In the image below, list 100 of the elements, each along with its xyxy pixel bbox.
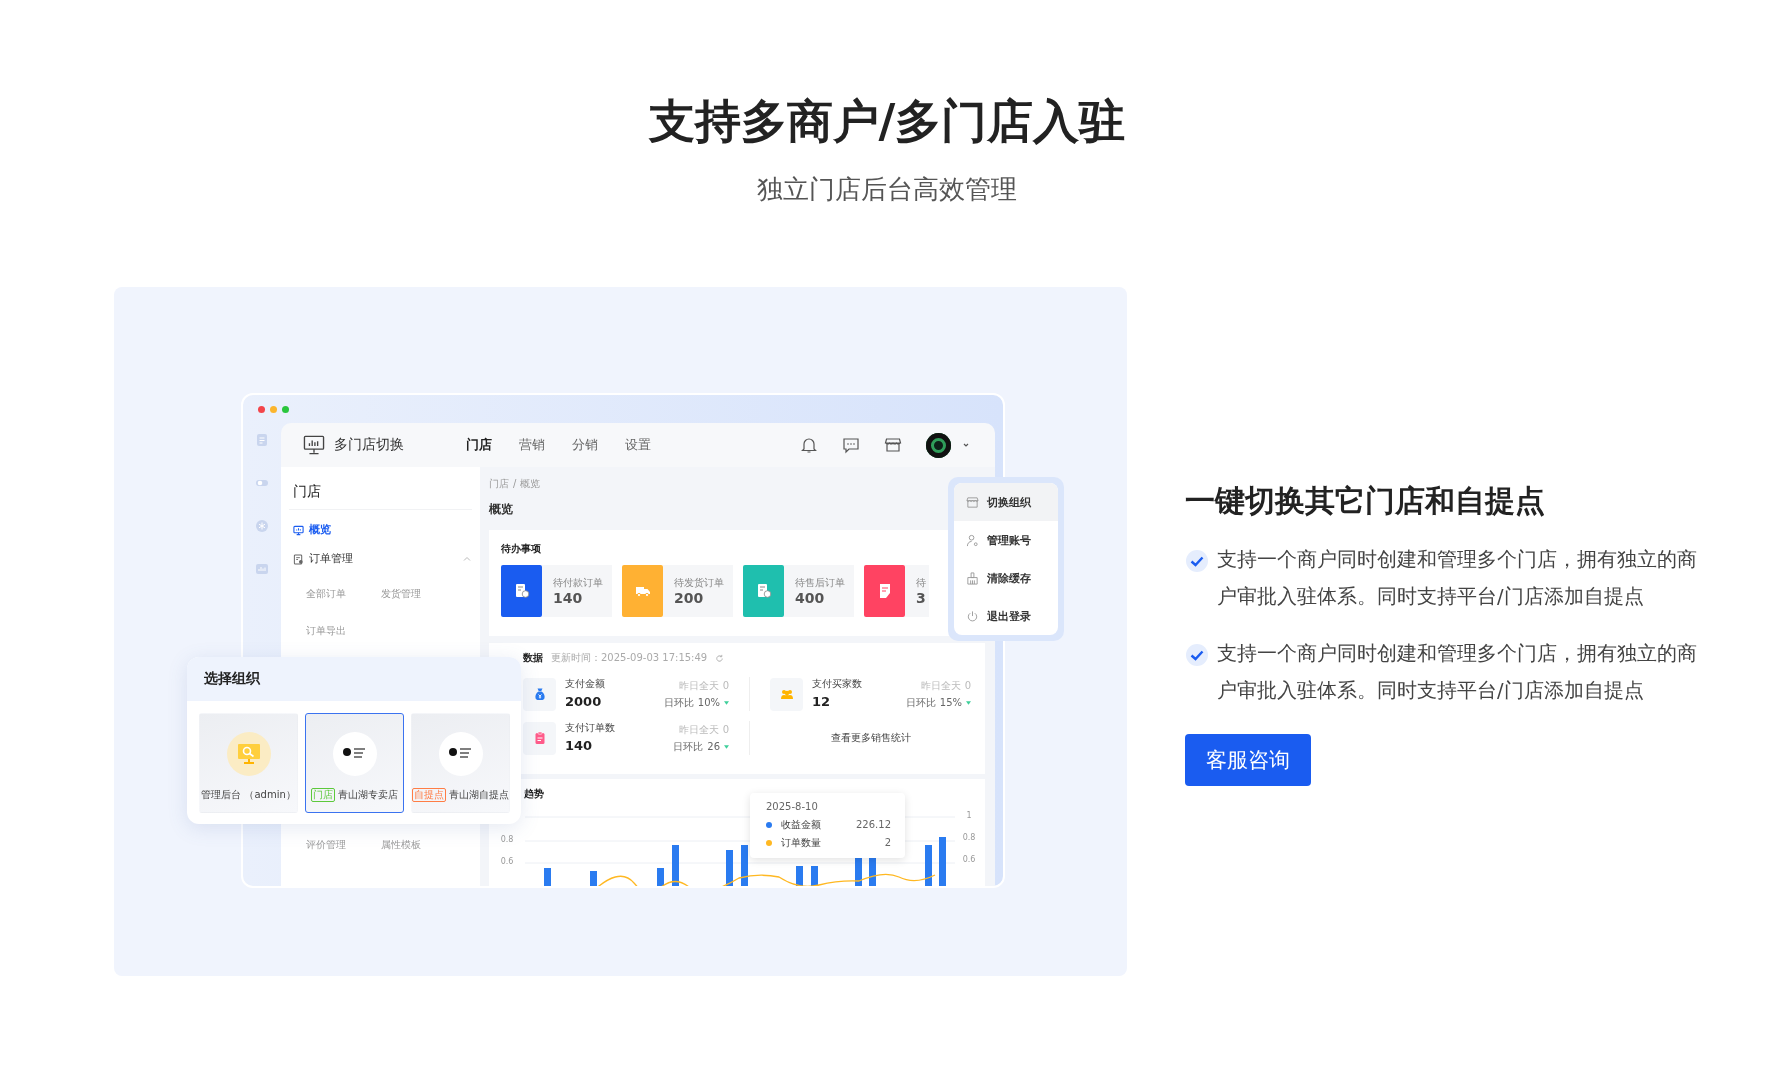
snowflake-icon[interactable] [255,519,269,533]
tile-label: 待付款订单 [553,575,604,589]
receipt-icon [755,583,772,599]
store-icon [966,495,979,509]
tile-icon-box[interactable] [501,565,542,617]
stat-change-label: 日环比 [673,740,704,753]
chart-bar [811,866,818,886]
monitor-search-icon [226,732,271,776]
store-icon[interactable] [884,436,902,454]
menu-item[interactable]: 退出登录 [954,597,1058,635]
nav-tab[interactable]: 门店 [466,436,492,454]
nav-tab[interactable]: 营销 [519,436,545,454]
user-avatar[interactable] [926,432,951,458]
page-subtitle: 独立门店后台高效管理 [757,173,1017,206]
check-icon [1185,643,1209,667]
chart-bar [796,866,803,886]
axis-label: 1 [966,810,972,822]
tooltip-date: 2025-8-10 [766,800,819,814]
chart-bar [855,858,862,886]
chart-bar [869,858,876,886]
axis-label: 0.8 [500,834,514,846]
sidebar-subitem[interactable]: 发货管理 [381,585,456,603]
tooltip-value: 226.12 [856,818,891,832]
tile-value: 140 [553,588,584,607]
broom-icon [966,571,979,585]
chat-icon[interactable] [842,436,860,454]
org-option[interactable]: 自提点 青山湖自提点 [411,713,510,813]
person-icon [966,533,979,547]
store-logo-image [438,732,483,776]
stat-value: 2000 [565,693,603,711]
org-option[interactable]: 管理后台 （admin） [199,713,298,813]
tile-icon-box[interactable] [864,565,905,617]
sidebar-subitem[interactable]: 评价管理 [306,836,381,854]
menu-item[interactable]: 切换组织 [954,483,1058,521]
stat-change-label: 日环比 [663,696,694,709]
stat-value: 12 [812,693,832,711]
feature-point: 支持一个商户同时创建和管理多个门店，拥有独立的商户审批入驻体系。同时支持平台/门店添加自提点 [1217,641,1698,704]
card-title: 数据 [523,651,543,665]
sidebar-item[interactable]: 订单管理 [281,550,480,568]
sidebar-item[interactable]: 概览 [281,521,480,539]
window-minimize-dot[interactable] [270,405,277,413]
down-triangle-icon [724,744,729,749]
sidebar-subitem[interactable]: 全部订单 [306,585,381,603]
chart-bar [544,868,551,886]
monitor-icon [293,524,304,536]
tile-label: 待售后订单 [795,575,846,589]
stat-label: 支付买家数 [812,677,862,691]
popup-title: 选择组织 [204,670,260,688]
menu-item[interactable]: 清除缓存 [954,559,1058,597]
update-time: 更新时间：2025-09-03 17:15:49 [551,651,708,665]
chart-bar [657,868,664,886]
page-title: 支持多商户/多门店入驻 [648,93,1126,150]
window-zoom-dot[interactable] [282,405,289,413]
nav-tab[interactable]: 设置 [625,436,651,454]
stat-change-value: 10% [697,696,720,709]
down-triangle-icon [966,700,971,705]
axis-label: 0.8 [962,832,976,844]
clipboard-icon [532,731,547,745]
page-heading: 概览 [489,501,513,518]
check-icon [1185,549,1209,573]
tile-label: 待发货订单 [674,575,725,589]
feature-point: 支持一个商户同时创建和管理多个门店，拥有独立的商户审批入驻体系。同时支持平台/门店添加自提点 [1217,547,1698,610]
tooltip-value: 2 [884,836,891,850]
menu-item[interactable]: 管理账号 [954,521,1058,559]
monitor-icon [303,435,325,455]
tooltip-label: 收益金额 [781,818,821,832]
breadcrumb-separator: / [513,477,517,491]
bell-icon[interactable] [800,436,818,454]
window-close-dot[interactable] [258,405,265,413]
stat-label: 支付订单数 [565,721,615,735]
stat-change-value: 15% [939,696,962,709]
refresh-icon[interactable] [715,653,725,663]
consult-button[interactable]: 客服咨询 [1185,734,1311,786]
chevron-icon[interactable] [462,554,472,564]
chart-bar [741,845,748,886]
axis-label: 0.6 [500,856,514,868]
power-icon [966,609,979,623]
chart-bar [925,845,932,886]
chart-bar [590,871,597,886]
chart-bar [939,837,946,886]
tile-icon-box[interactable] [622,565,663,617]
sidebar-subitem[interactable]: 属性模板 [381,836,456,854]
chart-icon[interactable] [255,562,269,576]
org-option[interactable]: 门店 青山湖专卖店 [305,713,404,813]
more-stats-link[interactable]: 查看更多销售统计 [830,731,911,745]
sidebar-subitem[interactable]: 订单导出 [306,622,381,640]
stat-change-label: 日环比 [905,696,936,709]
document-icon[interactable] [255,433,269,447]
org-type-tag: 自提点 [412,788,446,802]
org-name: 管理后台 （admin） [201,788,296,802]
document-icon [293,553,304,565]
receipt-icon [513,583,530,599]
tile-value: 200 [674,588,705,607]
breadcrumb-current: 概览 [520,477,541,491]
chart-bar [672,845,679,886]
tile-icon-box[interactable] [743,565,784,617]
feature-title: 一键切换其它门店和自提点 [1185,482,1546,520]
axis-label: 0.6 [962,854,976,866]
nav-tab[interactable]: 分销 [572,436,598,454]
tile-label: 待 [916,575,927,589]
